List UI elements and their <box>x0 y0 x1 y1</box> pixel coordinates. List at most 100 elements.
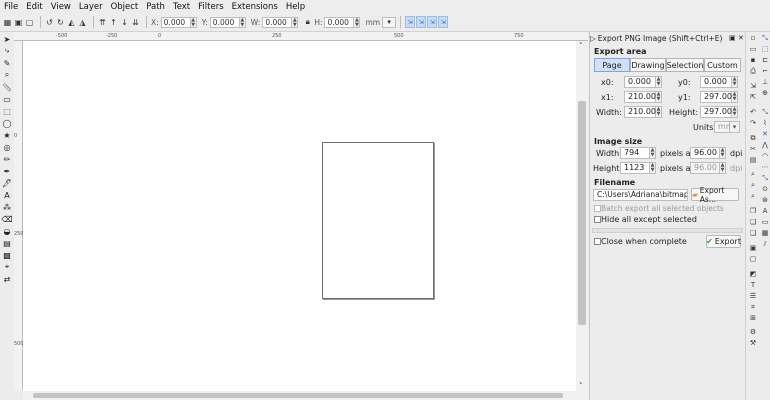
paste-icon[interactable]: ▤ <box>749 156 757 164</box>
y-input[interactable]: 0.000 <box>209 16 240 28</box>
tweak-tool-icon[interactable]: ✎ <box>2 58 12 68</box>
selector-tool-icon[interactable]: ➤ <box>2 34 12 44</box>
select-all-icon[interactable]: ▦ <box>3 17 12 27</box>
spiral-tool-icon[interactable]: ◎ <box>2 142 12 152</box>
h-input[interactable]: 0.000 <box>324 16 355 28</box>
x-input[interactable]: 0.000 <box>160 16 191 28</box>
scale-corners-icon[interactable]: ⇲ <box>416 16 427 28</box>
copy-icon[interactable]: ⧉ <box>749 134 757 142</box>
tab-drawing[interactable]: Drawing <box>630 58 666 72</box>
tab-page[interactable]: Page <box>594 58 630 72</box>
rotate-cw-icon[interactable]: ↻ <box>56 17 65 27</box>
img-height-spinner[interactable]: ▲ ▼ <box>650 162 656 174</box>
scroll-up-icon[interactable]: ˄ <box>579 42 583 50</box>
menu-file[interactable]: File <box>4 2 18 12</box>
unit-dropdown[interactable]: ▾ <box>382 16 397 28</box>
w-spinner[interactable]: ▲ ▼ <box>292 16 299 28</box>
vertical-scroll-thumb[interactable] <box>578 101 586 325</box>
redo-icon[interactable]: ↷ <box>749 119 757 127</box>
zoom-selection-icon[interactable]: ⌕ <box>749 170 757 178</box>
dpi-spinner[interactable]: ▲ ▼ <box>720 147 726 159</box>
lock-icon[interactable]: 🔒︎ <box>303 17 312 27</box>
save-icon[interactable]: ▪ <box>749 56 757 64</box>
snap-page-border-icon[interactable]: ▭ <box>761 218 769 226</box>
horizontal-scroll-thumb[interactable] <box>33 393 563 398</box>
menu-text[interactable]: Text <box>173 2 190 12</box>
fill-stroke-icon[interactable]: ◩ <box>749 270 757 278</box>
y-spinner[interactable]: ▲ ▼ <box>239 16 246 28</box>
snap-midpoint-icon[interactable]: ⋯ <box>761 163 769 171</box>
snap-intersection-icon[interactable]: ✕ <box>761 130 769 138</box>
export-as-button[interactable]: ▰ Export As... <box>691 186 739 204</box>
hide-all-checkbox[interactable] <box>594 216 601 223</box>
tab-selection[interactable]: Selection <box>666 58 704 72</box>
flip-vertical-icon[interactable]: ◮ <box>78 17 87 27</box>
x1-spinner[interactable]: ▲ ▼ <box>656 91 662 103</box>
group-icon[interactable]: ▣ <box>749 244 757 252</box>
units-dropdown[interactable]: mm <box>714 121 734 133</box>
snap-others-icon[interactable]: ⤡ <box>761 174 769 182</box>
x0-spinner[interactable]: ▲ ▼ <box>656 76 662 88</box>
snap-guide-icon[interactable]: ⫽ <box>761 240 769 248</box>
snap-path-icon[interactable]: ⌇ <box>761 119 769 127</box>
open-icon[interactable]: ▭ <box>749 45 757 53</box>
width-spinner[interactable]: ▲ ▼ <box>656 106 662 118</box>
calligraphy-tool-icon[interactable]: 🖋︎ <box>2 178 12 188</box>
print-icon[interactable]: ⎙ <box>749 67 757 75</box>
zoom-drawing-icon[interactable]: ⌕ <box>749 181 757 189</box>
layers-icon[interactable]: ☰ <box>749 292 757 300</box>
gradient-tool-icon[interactable]: ▤ <box>2 238 12 248</box>
snap-smooth-icon[interactable]: ◠ <box>761 152 769 160</box>
menu-extensions[interactable]: Extensions <box>232 2 278 12</box>
mesh-tool-icon[interactable]: ▩ <box>2 250 12 260</box>
height-spinner[interactable]: ▲ ▼ <box>732 106 738 118</box>
units-dropdown-arrow[interactable]: ▾ <box>730 121 740 133</box>
y1-input[interactable]: 297.000 <box>700 91 737 103</box>
lower-icon[interactable]: ↓ <box>120 17 129 27</box>
height-input[interactable]: 297.000 <box>700 106 737 118</box>
scale-stroke-icon[interactable]: ⇲ <box>405 16 416 28</box>
eraser-tool-icon[interactable]: ⌫ <box>1 214 12 224</box>
snap-rotation-center-icon[interactable]: ⊛ <box>761 196 769 204</box>
snap-center-icon[interactable]: ⊙ <box>761 185 769 193</box>
x-spinner[interactable]: ▲ ▼ <box>190 16 197 28</box>
img-width-input[interactable]: 794 <box>620 147 650 159</box>
y0-spinner[interactable]: ▲ ▼ <box>732 76 738 88</box>
raise-to-top-icon[interactable]: ⇈ <box>98 17 107 27</box>
y0-input[interactable]: 0.000 <box>700 76 732 88</box>
export-icon[interactable]: ⇱ <box>749 93 757 101</box>
dpi-input[interactable]: 96.00 <box>690 147 720 159</box>
new-document-icon[interactable]: ▫ <box>749 34 757 42</box>
unlink-clone-icon[interactable]: ❑ <box>749 229 757 237</box>
w-input[interactable]: 0.000 <box>262 16 293 28</box>
document-page[interactable] <box>322 142 434 299</box>
tab-custom[interactable]: Custom <box>704 58 741 72</box>
undo-icon[interactable]: ↶ <box>749 108 757 116</box>
move-gradients-icon[interactable]: ⇲ <box>427 16 438 28</box>
menu-object[interactable]: Object <box>111 2 139 12</box>
y1-spinner[interactable]: ▲ ▼ <box>732 91 738 103</box>
clone-icon[interactable]: ❏ <box>749 218 757 226</box>
deselect-icon[interactable]: ▢ <box>25 17 34 27</box>
raise-icon[interactable]: ↑ <box>109 17 118 27</box>
move-patterns-icon[interactable]: ⇲ <box>438 16 449 28</box>
snap-bbox-center-icon[interactable]: ⊕ <box>761 89 769 97</box>
scroll-down-icon[interactable]: ˅ <box>579 382 583 390</box>
text-tool-icon[interactable]: A <box>2 190 12 200</box>
snap-bbox-corner-icon[interactable]: ⌐ <box>761 67 769 75</box>
node-tool-icon[interactable]: ⤷ <box>2 46 12 56</box>
document-properties-icon[interactable]: ⚒ <box>749 339 757 347</box>
menu-filters[interactable]: Filters <box>198 2 223 12</box>
export-button[interactable]: ✔ Export <box>706 235 741 248</box>
snap-cusp-icon[interactable]: ⋀ <box>761 141 769 149</box>
snap-nodes-icon[interactable]: ⤡ <box>761 108 769 116</box>
cut-icon[interactable]: ✂ <box>749 145 757 153</box>
zoom-page-icon[interactable]: ⌕ <box>749 192 757 200</box>
dropper-tool-icon[interactable]: ⌖ <box>2 262 12 272</box>
width-input[interactable]: 210.000 <box>624 106 661 118</box>
spray-tool-icon[interactable]: ⁂ <box>2 202 12 212</box>
connector-tool-icon[interactable]: ⇄ <box>2 274 12 284</box>
text-font-icon[interactable]: T <box>749 281 757 289</box>
filename-input[interactable]: C:\Users\Adriana\bitmap.png <box>593 189 688 201</box>
box3d-tool-icon[interactable]: ⬚ <box>2 106 12 116</box>
